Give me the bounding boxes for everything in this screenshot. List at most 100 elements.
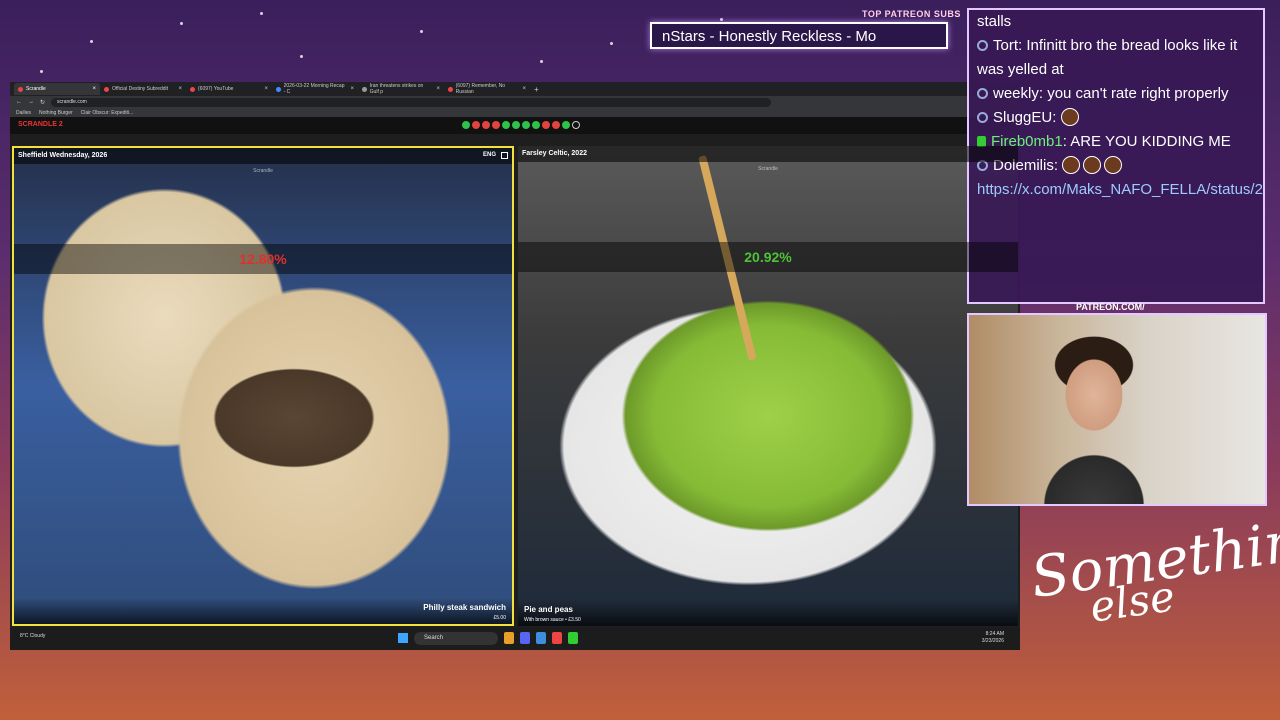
windows-start-icon[interactable] (398, 633, 408, 643)
food-name: Pie and peas (524, 605, 573, 614)
close-icon[interactable]: × (264, 86, 268, 92)
sub-badge-icon (977, 112, 988, 123)
chrome-icon[interactable] (552, 632, 562, 644)
game-title: SCRANDLE 2 (18, 121, 63, 128)
progress-dot (512, 121, 520, 129)
tab-label: Iran threatens strikes on Gulf p (369, 83, 424, 95)
streamer-figure (1039, 335, 1149, 504)
game-header: SCRANDLE 2 (10, 118, 1020, 134)
chat-link[interactable]: https://x.com/Maks_NAFO_FELLA/status/203… (977, 178, 1263, 202)
clock-time: 8:24 AM (985, 631, 1004, 637)
tab-label: Scrandle (26, 86, 46, 92)
favicon-icon (448, 86, 453, 92)
progress-dot (522, 121, 530, 129)
logo-line-2: else (1087, 571, 1178, 632)
watermark: Scrandle (253, 168, 273, 174)
close-icon[interactable]: × (92, 86, 96, 92)
club-year: Sheffield Wednesday, 2026 (18, 152, 108, 159)
progress-dot (562, 121, 570, 129)
emote-icon (1083, 156, 1102, 174)
favicon-icon (276, 86, 281, 92)
file-explorer-icon[interactable] (504, 632, 514, 644)
bookmark-dailies[interactable]: Dailies (16, 110, 31, 116)
tab-destiny-subreddit[interactable]: Official Destiny Subreddit × (100, 83, 186, 95)
browser-window: Scrandle × Official Destiny Subreddit × (6… (10, 82, 1020, 650)
forward-icon[interactable]: → (28, 99, 34, 105)
right-food-option[interactable]: Scrandle Farsley Celtic, 2022 20.92% Pie… (518, 146, 1018, 626)
chat-message: Dolemilis: (977, 154, 1255, 178)
option-header: Farsley Celtic, 2022 (518, 146, 1018, 162)
language-label: ENG (482, 152, 496, 158)
pinned-apps (504, 632, 578, 644)
close-icon[interactable]: × (350, 86, 354, 92)
club-year: Farsley Celtic, 2022 (522, 150, 587, 157)
close-icon[interactable]: × (522, 86, 526, 92)
clock-date: 3/23/2026 (981, 638, 1004, 644)
left-food-option[interactable]: Scrandle Sheffield Wednesday, 2026 ENG 1… (12, 146, 514, 626)
food-photo (14, 148, 512, 624)
chat-message: SluggEU: (977, 106, 1255, 130)
food-price: £5.00 (493, 615, 506, 621)
option-footer: Pie and peas With brown sauce • £3.50 (518, 600, 1018, 626)
weather-temp: 8°C (20, 633, 29, 639)
address-bar-row: ← → ↻ scrandle.com (10, 96, 1020, 108)
close-icon[interactable]: × (178, 86, 182, 92)
emote-icon (1060, 108, 1079, 126)
tab-remember-no-russian[interactable]: (6097) Remember, No Russian × (444, 83, 530, 95)
progress-dot (532, 121, 540, 129)
option-header: Sheffield Wednesday, 2026 ENG (14, 148, 512, 164)
vote-percent: 12.80% (239, 251, 287, 267)
progress-dot (542, 121, 550, 129)
emote-icon (1062, 156, 1081, 174)
chat-message: stalls (977, 10, 1255, 34)
chat-username: Tort (993, 37, 1019, 54)
system-clock[interactable]: 8:24 AM 3/23/2026 (982, 631, 1004, 645)
result-band: 12.80% (14, 244, 512, 274)
bookmark-nothing-burger[interactable]: Nothing Burger (39, 110, 73, 116)
reload-icon[interactable]: ↻ (40, 99, 45, 106)
discord-icon[interactable] (520, 632, 530, 644)
new-tab-button[interactable]: + (530, 85, 543, 94)
patreon-marquee: nStars - Honestly Reckless - Mo (650, 22, 948, 49)
chat-message: Fireb0mb1: ARE YOU KIDDING ME (977, 130, 1255, 154)
sub-badge-icon (977, 40, 988, 51)
weather-desc: Cloudy (29, 633, 46, 639)
progress-dot (472, 121, 480, 129)
back-icon[interactable]: ← (16, 99, 22, 105)
emote-icon (1104, 156, 1123, 174)
close-icon[interactable]: × (436, 86, 440, 92)
progress-dot (572, 121, 580, 129)
tab-label: Official Destiny Subreddit (112, 86, 169, 92)
tab-scrandle[interactable]: Scrandle × (14, 83, 100, 95)
url-field[interactable]: scrandle.com (51, 97, 772, 107)
result-band: 20.92% (518, 242, 1018, 272)
tab-label: 2026-03-22 Morning Recap - C (283, 83, 345, 95)
chat-message: weekly: you can't rate right properly (977, 82, 1255, 106)
patreon-url-tag: PATREON.COM/ (1076, 302, 1145, 312)
favicon-icon (104, 86, 109, 92)
grid-icon[interactable] (501, 152, 508, 159)
tab-label: (6097) Remember, No Russian (455, 83, 506, 95)
marquee-text: nStars - Honestly Reckless - Mo (662, 28, 877, 45)
progress-dot (502, 121, 510, 129)
tab-iran-news[interactable]: Iran threatens strikes on Gulf p × (358, 83, 444, 95)
option-footer: Philly steak sandwich £5.00 (14, 598, 512, 624)
watermark: Scrandle (758, 166, 778, 172)
progress-dot (552, 121, 560, 129)
weather-widget[interactable]: 8°C Cloudy (20, 633, 45, 639)
tab-morning-recap[interactable]: 2026-03-22 Morning Recap - C × (272, 83, 358, 95)
tab-label: (6097) YouTube (198, 86, 234, 92)
channel-logo: Something else (1027, 504, 1280, 635)
tab-youtube[interactable]: (6097) YouTube × (186, 83, 272, 95)
favicon-icon (362, 86, 367, 92)
steam-icon[interactable] (536, 632, 546, 644)
food-photo (518, 146, 1018, 626)
food-name: Philly steak sandwich (423, 603, 506, 612)
tab-strip: Scrandle × Official Destiny Subreddit × (6… (10, 82, 1020, 96)
app-icon[interactable] (568, 632, 578, 644)
bookmark-clair-obscur[interactable]: Clair Obscur: Expediti... (81, 110, 134, 116)
vote-percent: 20.92% (744, 249, 792, 265)
progress-dot (462, 121, 470, 129)
chat-username: SluggEU (993, 109, 1053, 126)
taskbar-search[interactable]: Search (414, 632, 498, 645)
